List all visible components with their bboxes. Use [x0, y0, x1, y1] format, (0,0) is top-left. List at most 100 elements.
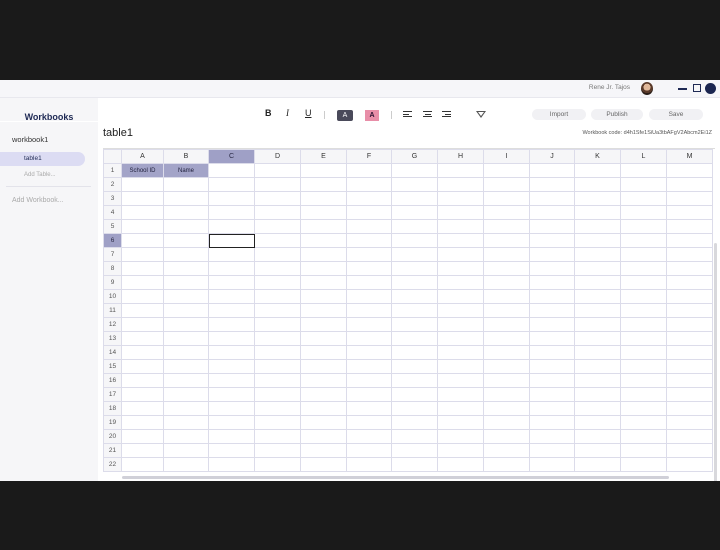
column-header[interactable]: F	[346, 149, 392, 164]
cell-j21[interactable]	[529, 443, 575, 458]
cell-m21[interactable]	[666, 443, 713, 458]
cell-d16[interactable]	[254, 373, 301, 388]
cell-i3[interactable]	[483, 191, 530, 206]
cell-f20[interactable]	[346, 429, 392, 444]
cell-b22[interactable]	[163, 457, 209, 472]
cell-e12[interactable]	[300, 317, 347, 332]
cell-k16[interactable]	[574, 373, 621, 388]
cell-l18[interactable]	[620, 401, 667, 416]
cell-j2[interactable]	[529, 177, 575, 192]
cell-m18[interactable]	[666, 401, 713, 416]
cell-c13[interactable]	[208, 331, 255, 346]
cell-m16[interactable]	[666, 373, 713, 388]
cell-k9[interactable]	[574, 275, 621, 290]
select-all-corner[interactable]	[103, 149, 122, 164]
cell-d9[interactable]	[254, 275, 301, 290]
cell-h12[interactable]	[437, 317, 484, 332]
cell-g12[interactable]	[391, 317, 438, 332]
cell-g11[interactable]	[391, 303, 438, 318]
cell-k4[interactable]	[574, 205, 621, 220]
row-header[interactable]: 12	[103, 317, 122, 332]
cell-h21[interactable]	[437, 443, 484, 458]
cell-c16[interactable]	[208, 373, 255, 388]
cell-l4[interactable]	[620, 205, 667, 220]
sidebar-item-workbook[interactable]: workbook1	[12, 135, 48, 144]
cell-l5[interactable]	[620, 219, 667, 234]
cell-j1[interactable]	[529, 163, 575, 178]
column-header[interactable]: J	[529, 149, 575, 164]
user-name[interactable]: Rene Jr. Tajos	[589, 84, 630, 91]
cell-j16[interactable]	[529, 373, 575, 388]
cell-f13[interactable]	[346, 331, 392, 346]
cell-b8[interactable]	[163, 261, 209, 276]
cell-f1[interactable]	[346, 163, 392, 178]
cell-h7[interactable]	[437, 247, 484, 262]
cell-a6[interactable]	[121, 233, 164, 248]
row-header[interactable]: 8	[103, 261, 122, 276]
cell-c19[interactable]	[208, 415, 255, 430]
cell-i16[interactable]	[483, 373, 530, 388]
cell-d10[interactable]	[254, 289, 301, 304]
cell-m22[interactable]	[666, 457, 713, 472]
cell-i18[interactable]	[483, 401, 530, 416]
column-header[interactable]: D	[254, 149, 301, 164]
cell-e2[interactable]	[300, 177, 347, 192]
cell-k21[interactable]	[574, 443, 621, 458]
column-header[interactable]: B	[163, 149, 209, 164]
cell-f18[interactable]	[346, 401, 392, 416]
column-header[interactable]: I	[483, 149, 530, 164]
cell-l20[interactable]	[620, 429, 667, 444]
cell-l19[interactable]	[620, 415, 667, 430]
cell-h3[interactable]	[437, 191, 484, 206]
column-header[interactable]: L	[620, 149, 667, 164]
cell-b12[interactable]	[163, 317, 209, 332]
cell-b20[interactable]	[163, 429, 209, 444]
cell-k20[interactable]	[574, 429, 621, 444]
cell-i17[interactable]	[483, 387, 530, 402]
column-header[interactable]: M	[666, 149, 713, 164]
cell-m1[interactable]	[666, 163, 713, 178]
cell-a19[interactable]	[121, 415, 164, 430]
column-header[interactable]: A	[121, 149, 164, 164]
cell-l21[interactable]	[620, 443, 667, 458]
cell-a3[interactable]	[121, 191, 164, 206]
cell-a18[interactable]	[121, 401, 164, 416]
minimize-icon[interactable]	[678, 88, 687, 90]
cell-c10[interactable]	[208, 289, 255, 304]
cell-k5[interactable]	[574, 219, 621, 234]
cell-c15[interactable]	[208, 359, 255, 374]
cell-h14[interactable]	[437, 345, 484, 360]
font-color-button[interactable]: A	[365, 110, 379, 121]
cell-c7[interactable]	[208, 247, 255, 262]
cell-d4[interactable]	[254, 205, 301, 220]
cell-i11[interactable]	[483, 303, 530, 318]
cell-e3[interactable]	[300, 191, 347, 206]
cell-i14[interactable]	[483, 345, 530, 360]
cell-e15[interactable]	[300, 359, 347, 374]
cell-l3[interactable]	[620, 191, 667, 206]
cell-a16[interactable]	[121, 373, 164, 388]
cell-f10[interactable]	[346, 289, 392, 304]
cell-h11[interactable]	[437, 303, 484, 318]
cell-h6[interactable]	[437, 233, 484, 248]
cell-f19[interactable]	[346, 415, 392, 430]
vertical-scrollbar[interactable]	[714, 243, 717, 481]
cell-l10[interactable]	[620, 289, 667, 304]
cell-h22[interactable]	[437, 457, 484, 472]
cell-g10[interactable]	[391, 289, 438, 304]
cell-h17[interactable]	[437, 387, 484, 402]
column-header[interactable]: K	[574, 149, 621, 164]
cell-g3[interactable]	[391, 191, 438, 206]
cell-g19[interactable]	[391, 415, 438, 430]
cell-k7[interactable]	[574, 247, 621, 262]
cell-m5[interactable]	[666, 219, 713, 234]
cell-j11[interactable]	[529, 303, 575, 318]
cell-f21[interactable]	[346, 443, 392, 458]
cell-b4[interactable]	[163, 205, 209, 220]
cell-l6[interactable]	[620, 233, 667, 248]
cell-i13[interactable]	[483, 331, 530, 346]
cell-a4[interactable]	[121, 205, 164, 220]
row-header[interactable]: 3	[103, 191, 122, 206]
cell-c22[interactable]	[208, 457, 255, 472]
cell-d21[interactable]	[254, 443, 301, 458]
